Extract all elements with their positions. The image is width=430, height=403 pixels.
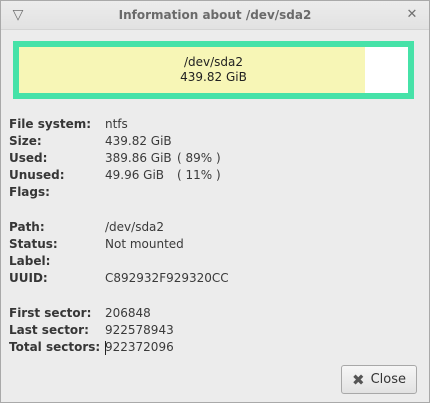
filesystem-label: File system: [9,117,92,131]
close-button-label: Close [370,372,406,387]
first-sector-row: First sector: 206848 [9,305,389,322]
total-sectors-row: Total sectors: 922372096 [9,339,389,356]
uuid-value: C892932F929320CC [105,271,229,285]
used-value: 389.86 GiB [105,151,172,165]
size-label: Size: [9,134,42,148]
close-button[interactable]: ✖ Close [341,365,417,394]
title-bar: ▽ Information about /dev/sda2 ✕ [1,1,429,30]
used-label: Used: [9,151,48,165]
first-sector-value: 206848 [105,306,151,320]
uuid-label: UUID: [9,271,48,285]
window-title: Information about /dev/sda2 [118,8,312,22]
partition-size: 439.82 GiB [180,70,247,84]
last-sector-label: Last sector: [9,323,89,337]
partition-caption: /dev/sda2 439.82 GiB [19,47,408,93]
partition-device: /dev/sda2 [183,55,244,69]
x-icon: ✖ [352,370,365,389]
status-row: Status: Not mounted [9,236,389,253]
flags-row: Flags: [9,184,389,201]
partition-info: File system: ntfs Size: 439.82 GiB Used:… [9,116,389,356]
used-row: Used: 389.86 GiB ( 89% ) [9,150,389,167]
filesystem-value: ntfs [105,117,128,131]
unused-percent: ( 11% ) [177,168,221,182]
uuid-row: UUID: C892932F929320CC [9,270,389,287]
partition-graphic: /dev/sda2 439.82 GiB [13,41,414,99]
fs-label-label: Label: [9,254,51,268]
close-icon[interactable]: ✕ [403,6,421,24]
size-value: 439.82 GiB [105,134,172,148]
status-value: Not mounted [105,237,184,251]
total-sectors-value[interactable]: 922372096 [105,339,174,356]
path-value: /dev/sda2 [105,220,165,234]
size-row: Size: 439.82 GiB [9,133,389,150]
info-dialog: ▽ Information about /dev/sda2 ✕ /dev/sda… [0,0,430,403]
unused-row: Unused: 49.96 GiB ( 11% ) [9,167,389,184]
path-label: Path: [9,220,45,234]
total-sectors-label: Total sectors: [9,340,101,354]
unused-value: 49.96 GiB [105,168,165,182]
last-sector-row: Last sector: 922578943 [9,322,389,339]
status-label: Status: [9,237,58,251]
last-sector-value: 922578943 [105,323,174,337]
flags-label: Flags: [9,185,50,199]
filesystem-row: File system: ntfs [9,116,389,133]
used-percent: ( 89% ) [177,151,221,165]
path-row: Path: /dev/sda2 [9,219,389,236]
label-row: Label: [9,253,389,270]
first-sector-label: First sector: [9,306,92,320]
unused-label: Unused: [9,168,65,182]
partition-bar: /dev/sda2 439.82 GiB [19,47,408,93]
